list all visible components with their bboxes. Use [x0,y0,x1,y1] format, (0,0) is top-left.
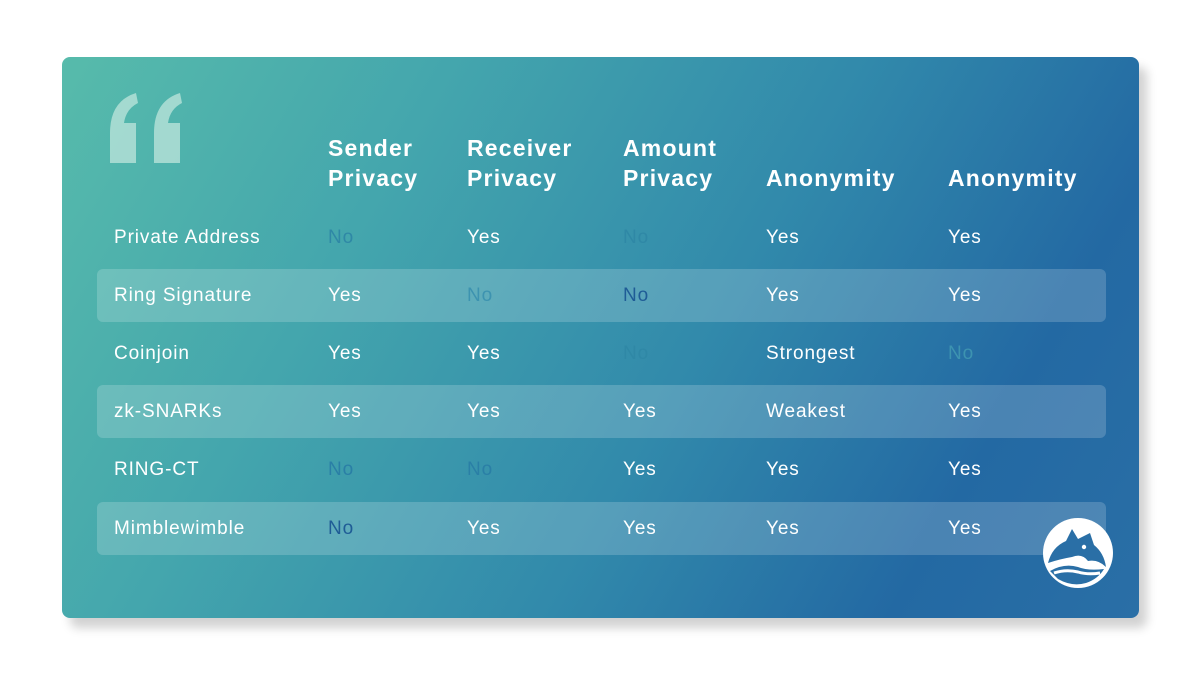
cell-anonymity-1: Yes [766,227,800,248]
column-header-line2: Privacy [467,165,558,191]
cell-sender-privacy: Yes [328,401,362,422]
row-label: RING-CT [114,459,200,480]
cell-sender-privacy: No [328,227,355,248]
row-label: zk-SNARKs [114,401,223,422]
table-row-private-address: Private Address No Yes No Yes Yes [97,211,1106,264]
column-header-sender-privacy: Sender Privacy [328,133,418,193]
cell-anonymity-1: Yes [766,459,800,480]
column-header-line2: Privacy [623,165,714,191]
column-header-line2: Anonymity [766,165,896,191]
column-header-anonymity-2: Anonymity [948,163,1078,193]
cell-anonymity-1: Yes [766,285,800,306]
row-label: Private Address [114,227,261,248]
cell-sender-privacy: Yes [328,343,362,364]
cell-amount-privacy: No [623,227,650,248]
cell-amount-privacy: Yes [623,401,657,422]
cell-anonymity-2: Yes [948,285,982,306]
quote-mark-icon [110,93,182,163]
cell-sender-privacy: No [328,459,355,480]
column-header-receiver-privacy: Receiver Privacy [467,133,573,193]
cell-anonymity-1: Yes [766,518,800,539]
column-header-amount-privacy: Amount Privacy [623,133,717,193]
table-row-mimblewimble: Mimblewimble No Yes Yes Yes Yes [97,502,1106,555]
cell-receiver-privacy: No [467,459,494,480]
cell-amount-privacy: Yes [623,518,657,539]
cell-amount-privacy: Yes [623,459,657,480]
column-header-line2: Anonymity [948,165,1078,191]
cell-anonymity-2: Yes [948,401,982,422]
table-row-coinjoin: Coinjoin Yes Yes No Strongest No [97,327,1106,380]
table-row-ring-signature: Ring Signature Yes No No Yes Yes [97,269,1106,322]
row-label: Ring Signature [114,285,253,306]
column-header-line1: Amount [623,135,718,161]
column-header-anonymity-1: Anonymity [766,163,896,193]
cell-receiver-privacy: No [467,285,494,306]
cell-receiver-privacy: Yes [467,401,501,422]
cell-anonymity-1: Weakest [766,401,846,422]
cell-sender-privacy: Yes [328,285,362,306]
column-header-line1: Receiver [467,135,573,161]
wolf-head-logo-icon [1043,518,1113,588]
column-header-line2: Privacy [328,165,419,191]
cell-anonymity-2: No [948,343,975,364]
cell-anonymity-2: Yes [948,518,982,539]
cell-anonymity-1: Strongest [766,343,856,364]
column-header-line1: Sender [328,135,414,161]
cell-amount-privacy: No [623,285,650,306]
cell-amount-privacy: No [623,343,650,364]
row-label: Mimblewimble [114,518,246,539]
cell-receiver-privacy: Yes [467,518,501,539]
cell-sender-privacy: No [328,518,355,539]
comparison-card: Sender Privacy Receiver Privacy Amount P… [62,57,1139,618]
cell-anonymity-2: Yes [948,227,982,248]
table-row-ring-ct: RING-CT No No Yes Yes Yes [97,443,1106,496]
row-label: Coinjoin [114,343,190,364]
cell-anonymity-2: Yes [948,459,982,480]
cell-receiver-privacy: Yes [467,227,501,248]
table-row-zk-snarks: zk-SNARKs Yes Yes Yes Weakest Yes [97,385,1106,438]
cell-receiver-privacy: Yes [467,343,501,364]
